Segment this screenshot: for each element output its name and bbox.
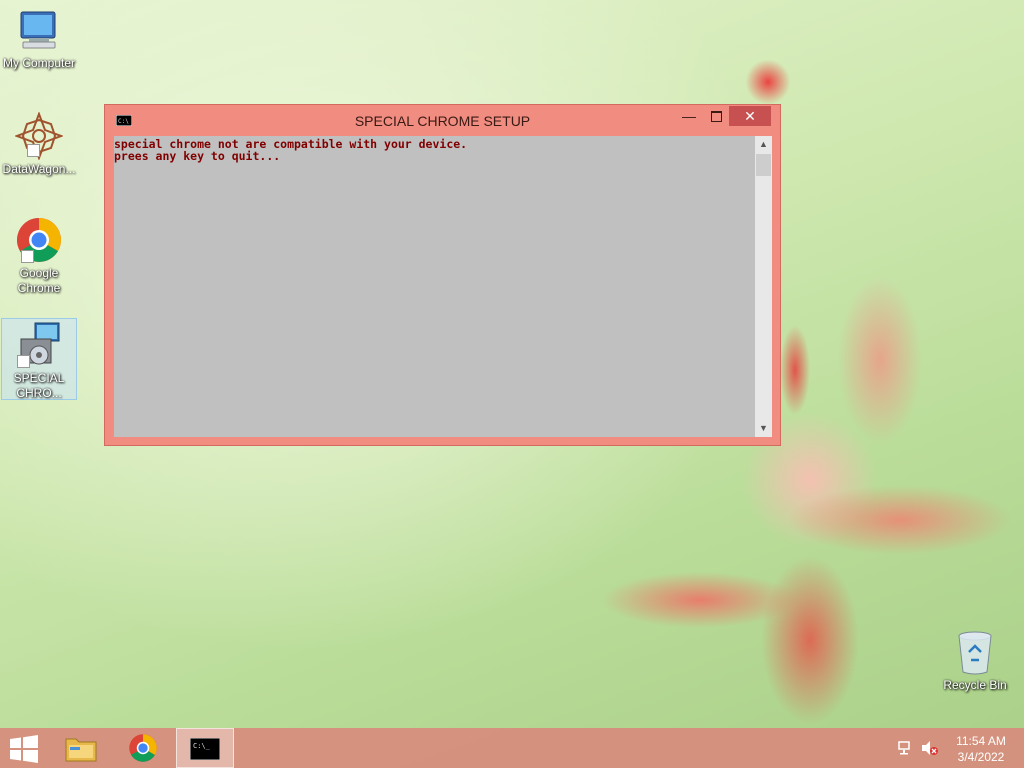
shortcut-arrow-icon xyxy=(21,250,34,263)
taskbar-console[interactable]: C:\_ xyxy=(176,728,234,768)
system-clock[interactable]: 11:54 AM 3/4/2022 xyxy=(948,733,1014,765)
console-output[interactable]: special chrome not are compatible with y… xyxy=(114,136,755,437)
shortcut-arrow-icon xyxy=(17,355,30,368)
desktop-icon-special-chrome[interactable]: SPECIAL CHRO... xyxy=(1,318,77,400)
desktop-icon-label: SPECIAL CHRO... xyxy=(13,371,65,400)
chrome-icon xyxy=(129,734,157,762)
shortcut-arrow-icon xyxy=(27,144,40,157)
maximize-button[interactable] xyxy=(704,106,728,126)
console-icon-text: C:\_ xyxy=(193,742,211,750)
desktop-icon-label: Recycle Bin xyxy=(943,678,1007,692)
desktop-icon-my-computer[interactable]: My Computer xyxy=(1,10,77,71)
desktop-icon-google-chrome[interactable]: Google Chrome xyxy=(1,216,77,296)
vertical-scrollbar[interactable]: ▲ ▼ xyxy=(755,136,772,437)
desktop: My Computer DataWagon... Google Chrome S… xyxy=(0,0,1024,768)
start-button[interactable] xyxy=(0,728,58,768)
console-line: prees any key to quit... xyxy=(114,149,281,163)
taskbar-chrome[interactable] xyxy=(114,728,172,768)
desktop-icon-datawagon[interactable]: DataWagon... xyxy=(1,111,77,177)
folder-icon xyxy=(65,738,97,762)
chevron-up-icon: ▲ xyxy=(759,139,768,149)
desktop-icon-recycle-bin[interactable]: Recycle Bin xyxy=(937,630,1013,693)
desktop-icon-label: Google Chrome xyxy=(17,266,61,295)
close-icon: ✕ xyxy=(744,108,756,124)
minimize-icon: — xyxy=(682,108,696,124)
computer-icon xyxy=(20,11,56,49)
network-icon[interactable] xyxy=(898,740,914,756)
scroll-down-button[interactable]: ▼ xyxy=(755,420,772,437)
scroll-up-button[interactable]: ▲ xyxy=(755,136,772,153)
taskbar: C:\_ 11:54 AM 3/4/2022 xyxy=(0,728,1024,768)
clock-time: 11:54 AM xyxy=(956,734,1006,748)
recycle-bin-icon xyxy=(958,631,992,675)
maximize-icon xyxy=(710,111,722,122)
desktop-icon-label: My Computer xyxy=(2,56,76,70)
console-window[interactable]: C:\ SPECIAL CHROME SETUP — ✕ special chr… xyxy=(104,104,781,446)
desktop-icon-label: DataWagon... xyxy=(2,162,76,176)
volume-muted-icon[interactable] xyxy=(921,740,939,756)
scroll-thumb[interactable] xyxy=(756,154,771,176)
taskbar-file-explorer[interactable] xyxy=(52,728,110,768)
close-button[interactable]: ✕ xyxy=(729,106,771,126)
console-icon: C:\_ xyxy=(190,738,220,760)
title-bar[interactable]: C:\ SPECIAL CHROME SETUP — ✕ xyxy=(105,105,780,135)
chevron-down-icon: ▼ xyxy=(759,423,768,433)
windows-logo-icon xyxy=(10,735,38,763)
minimize-button[interactable]: — xyxy=(677,106,701,126)
clock-date: 3/4/2022 xyxy=(957,750,1005,764)
